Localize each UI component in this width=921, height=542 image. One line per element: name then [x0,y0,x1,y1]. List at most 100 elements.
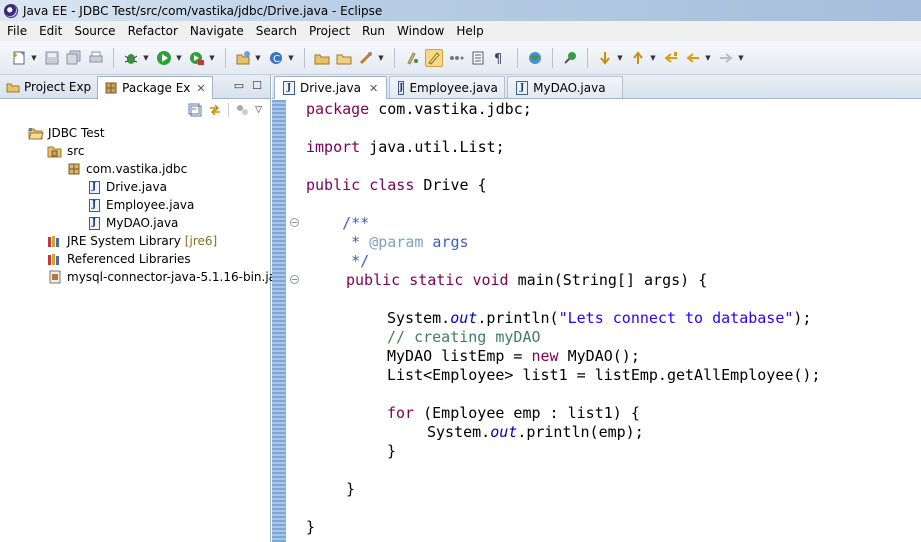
previous-annotation-icon[interactable] [629,49,647,67]
menu-help[interactable]: Help [450,21,489,41]
last-edit-location-icon[interactable] [662,49,680,67]
fold-toggle-icon[interactable]: − [290,275,299,284]
code-text: System. [387,309,451,327]
collapse-all-icon[interactable] [188,103,202,117]
new-class-dropdown-icon[interactable]: ▼ [287,49,295,67]
pin-editor-icon[interactable] [561,49,579,67]
keyword: void [472,271,509,289]
javadoc-tag: @param [369,233,424,251]
tree-item-referenced-libraries[interactable]: Referenced Libraries [47,250,191,268]
keyword: public [346,271,401,289]
search-dropdown-icon[interactable]: ▼ [377,49,385,67]
open-folder-icon[interactable] [335,49,353,67]
back-icon[interactable] [684,49,702,67]
toggle-mark-occurrences-icon[interactable] [403,49,421,67]
print-icon[interactable] [87,49,105,67]
previous-annotation-dropdown-icon[interactable]: ▼ [649,49,657,67]
tab-drive-java[interactable]: J Drive.java ✕ [274,76,388,99]
menu-project[interactable]: Project [303,21,356,41]
keyword: class [369,176,415,194]
tree-item-label: src [67,144,85,158]
tab-label: Drive.java [300,81,361,95]
new-icon[interactable]: ✦ [10,49,28,67]
tree-item-src[interactable]: src [47,142,85,160]
keyword: new [531,347,559,365]
menu-refactor[interactable]: Refactor [122,21,184,41]
external-tools-icon[interactable] [188,49,206,67]
toggle-highlight-icon[interactable] [425,48,443,67]
code-editor: J Drive.java ✕ J Employee.java J MyDAO.j… [272,75,921,542]
menu-window[interactable]: Window [391,21,450,41]
view-menu-dropdown-icon[interactable]: ▽ [255,105,262,115]
fold-toggle-icon[interactable]: − [290,218,299,227]
close-icon[interactable]: ✕ [196,82,205,95]
tree-item-jre-library[interactable]: JRE System Library [jre6] [47,232,217,250]
code-line: for (Employee emp : list1) { [387,404,640,423]
new-dropdown-icon[interactable]: ▼ [30,49,38,67]
code-line: * @param args [306,233,468,252]
menu-file[interactable]: File [1,21,33,41]
source-folder-icon [47,144,63,158]
tree-item-package[interactable]: com.vastika.jdbc [66,160,187,178]
svg-text:¶: ¶ [494,52,502,66]
forward-icon[interactable] [717,49,735,67]
new-class-icon[interactable]: C [267,49,285,67]
tree-item-label: com.vastika.jdbc [86,162,188,176]
tree-item-label: mysql-connector-java-5.1.16-bin.jar [67,270,281,284]
menu-run[interactable]: Run [356,21,391,41]
minimize-icon[interactable]: ▭ [234,79,244,92]
back-dropdown-icon[interactable]: ▼ [704,49,712,67]
new-java-project-icon[interactable] [234,49,252,67]
toolbar-separator [587,47,588,68]
tab-employee-java[interactable]: J Employee.java [389,76,506,98]
open-type-icon[interactable] [313,49,331,67]
project-explorer-icon [6,83,20,93]
tab-mydao-java[interactable]: J MyDAO.java [507,76,624,98]
menu-search[interactable]: Search [250,21,303,41]
run-icon[interactable] [155,49,173,67]
forward-dropdown-icon[interactable]: ▼ [737,49,745,67]
java-file-icon: J [86,198,102,212]
code-text: main(String[] args) { [508,271,708,289]
library-icon [47,252,63,266]
menu-navigate[interactable]: Navigate [184,21,250,41]
code-text: MyDAO listEmp = [387,347,532,365]
tree-item-jar[interactable]: mysql-connector-java-5.1.16-bin.jar [47,268,281,286]
close-icon[interactable]: ✕ [369,82,378,95]
code-area[interactable]: package com.vastika.jdbc; import java.ut… [306,100,921,542]
new-project-dropdown-icon[interactable]: ▼ [254,49,262,67]
tree-item-file[interactable]: J Drive.java [86,178,167,196]
save-icon[interactable] [43,49,61,67]
static-field: out [450,309,478,327]
code-line: /** [306,214,370,232]
next-annotation-icon[interactable] [596,49,614,67]
toolbar-separator [228,103,230,117]
tree-item-file[interactable]: J Employee.java [86,196,194,214]
code-line: */ [306,252,370,270]
globe-icon[interactable] [526,49,544,67]
run-dropdown-icon[interactable]: ▼ [175,49,183,67]
next-annotation-dropdown-icon[interactable]: ▼ [616,49,624,67]
menu-source[interactable]: Source [68,21,121,41]
block-selection-icon[interactable] [469,49,487,67]
show-whitespace-icon[interactable] [447,49,465,67]
java-file-icon: J [398,80,405,95]
code-text: java.util.List; [360,138,505,156]
code-text: com.vastika.jdbc; [369,100,532,118]
search-tool-icon[interactable] [357,49,375,67]
menu-edit[interactable]: Edit [33,21,68,41]
debug-icon[interactable] [122,49,140,67]
tab-package-explorer[interactable]: Package Ex ✕ [97,76,213,99]
open-project-icon [28,126,44,140]
paragraph-icon[interactable]: ¶ [491,49,509,67]
external-tools-dropdown-icon[interactable]: ▼ [208,49,216,67]
maximize-icon[interactable]: ☐ [252,79,262,92]
view-menu-icon[interactable] [235,103,249,117]
tree-item-project[interactable]: JDBC Test [28,124,105,142]
link-with-editor-icon[interactable] [208,103,222,117]
folding-gutter: − − [286,100,302,542]
debug-dropdown-icon[interactable]: ▼ [142,49,150,67]
tab-project-explorer[interactable]: Project Exp [0,76,97,98]
tree-item-file[interactable]: J MyDAO.java [86,214,178,232]
save-all-icon[interactable] [65,49,83,67]
